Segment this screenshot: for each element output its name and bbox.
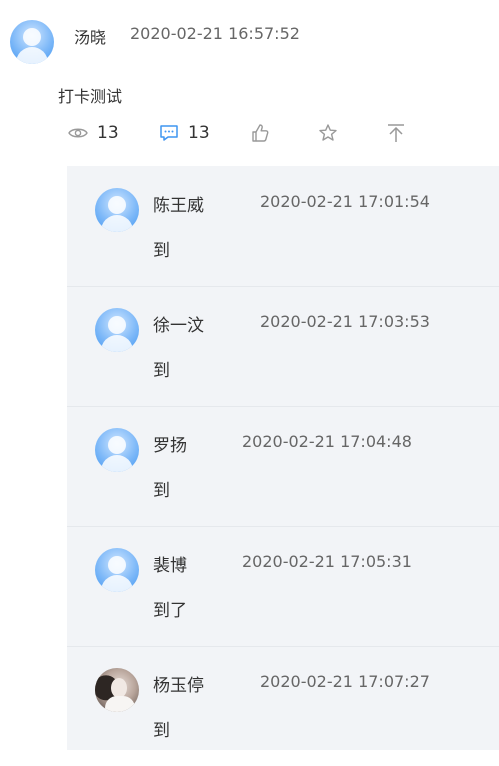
reply-text: 到 [153, 361, 170, 381]
reply-timestamp: 2020-02-21 17:03:53 [260, 312, 430, 331]
avatar-body-shape [16, 47, 48, 64]
reply-timestamp: 2020-02-21 17:07:27 [260, 672, 430, 691]
favorite-button[interactable] [318, 118, 338, 148]
avatar-photo-shirt [105, 696, 135, 712]
post-timestamp: 2020-02-21 16:57:52 [130, 24, 300, 43]
reply-text: 到 [153, 481, 170, 501]
reply-timestamp: 2020-02-21 17:01:54 [260, 192, 430, 211]
post-author-name[interactable]: 汤晓 [74, 24, 106, 48]
reply-author-name[interactable]: 陈王威 [153, 191, 204, 216]
reply-author-name[interactable]: 杨玉停 [153, 671, 204, 696]
eye-icon [68, 126, 88, 140]
avatar-head-shape [108, 436, 126, 454]
reply-timestamp: 2020-02-21 17:05:31 [242, 552, 412, 571]
avatar-body-shape [101, 215, 133, 232]
like-button[interactable] [250, 118, 270, 148]
views-count: 13 [97, 123, 119, 143]
post-content: 打卡测试 [58, 87, 123, 106]
avatar-head-shape [23, 28, 41, 46]
pin-to-top-icon[interactable] [386, 123, 406, 143]
reply-author-name[interactable]: 罗扬 [153, 431, 187, 456]
reply-text: 到 [153, 241, 170, 261]
reply-author-name[interactable]: 裴博 [153, 551, 187, 576]
reply-timestamp: 2020-02-21 17:04:48 [242, 432, 412, 451]
pin-to-top-button[interactable] [386, 118, 406, 148]
reply-text: 到 [153, 721, 170, 741]
star-icon[interactable] [318, 123, 338, 143]
post-header: 汤晓 2020-02-21 16:57:52 [0, 0, 499, 70]
reply-item: 陈王威 2020-02-21 17:01:54 到 [67, 166, 499, 287]
reply-avatar[interactable] [95, 188, 139, 232]
reply-avatar[interactable] [95, 308, 139, 352]
avatar-head-shape [108, 556, 126, 574]
post-author-avatar[interactable] [10, 20, 54, 64]
avatar-body-shape [101, 575, 133, 592]
reply-item: 罗扬 2020-02-21 17:04:48 到 [67, 406, 499, 527]
avatar-body-shape [101, 455, 133, 472]
comments-count: 13 [188, 123, 210, 143]
reply-avatar-photo[interactable] [95, 668, 139, 712]
reply-avatar[interactable] [95, 548, 139, 592]
avatar-head-shape [108, 196, 126, 214]
avatar-head-shape [108, 316, 126, 334]
comments-stat[interactable]: 13 [159, 118, 210, 148]
post-action-bar: 13 13 [0, 118, 499, 148]
reply-avatar[interactable] [95, 428, 139, 472]
reply-item: 徐一汶 2020-02-21 17:03:53 到 [67, 286, 499, 407]
avatar-photo-face [111, 678, 127, 698]
reply-text: 到了 [153, 601, 187, 621]
comment-icon[interactable] [159, 124, 179, 142]
views-stat: 13 [68, 118, 119, 148]
reply-item: 杨玉停 2020-02-21 17:07:27 到 [67, 646, 499, 766]
avatar-body-shape [101, 335, 133, 352]
reply-item: 裴博 2020-02-21 17:05:31 到了 [67, 526, 499, 647]
reply-list: 陈王威 2020-02-21 17:01:54 到 徐一汶 2020-02-21… [67, 166, 499, 750]
thumbs-up-icon[interactable] [250, 123, 270, 143]
reply-author-name[interactable]: 徐一汶 [153, 311, 204, 336]
